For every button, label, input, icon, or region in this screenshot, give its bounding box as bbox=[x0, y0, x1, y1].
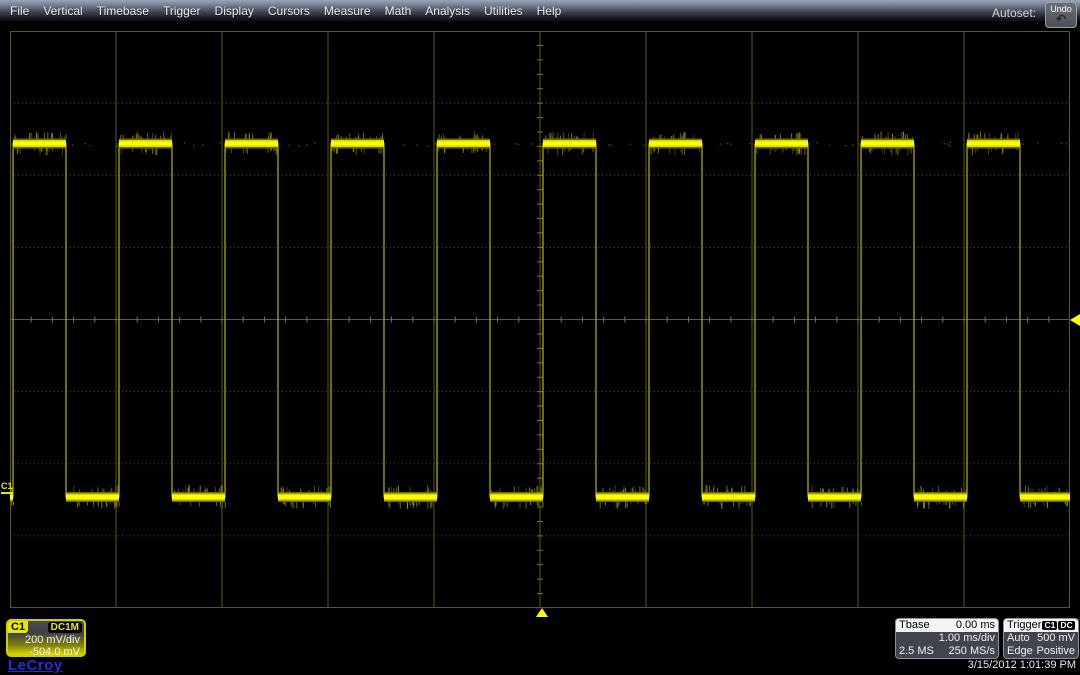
trigger-level-marker-icon[interactable] bbox=[1070, 314, 1080, 326]
waveform-display[interactable] bbox=[10, 31, 1070, 608]
channel-name-badge: C1 bbox=[8, 621, 29, 633]
trigger-coupling-badge: DC bbox=[1058, 620, 1075, 630]
trigger-source-badge: C1 bbox=[1042, 620, 1058, 630]
trigger-source-badges: C1 DC bbox=[1041, 620, 1076, 631]
menu-item-timebase[interactable]: Timebase bbox=[97, 4, 149, 18]
undo-arrow-icon: ↶ bbox=[1055, 12, 1067, 26]
trigger-descriptor[interactable]: Trigger C1 DC Auto 500 mV Edge Positive bbox=[1003, 618, 1079, 659]
menu-item-analysis[interactable]: Analysis bbox=[425, 4, 470, 18]
channel-descriptor-c1[interactable]: C1 DC1M 200 mV/div -504.0 mV bbox=[6, 619, 86, 657]
menu-item-vertical[interactable]: Vertical bbox=[43, 4, 82, 18]
sample-rate: 250 MS/s bbox=[948, 645, 995, 657]
menu-item-help[interactable]: Help bbox=[537, 4, 562, 18]
timebase-label: Tbase bbox=[899, 619, 930, 631]
trigger-time-marker-icon[interactable] bbox=[536, 608, 548, 617]
trigger-slope: Positive bbox=[1036, 645, 1075, 657]
trigger-label: Trigger bbox=[1007, 619, 1042, 631]
channel-offset: -504.0 mV bbox=[29, 646, 80, 657]
trigger-level: 500 mV bbox=[1037, 632, 1075, 644]
autoset-label: Autoset: bbox=[991, 6, 1036, 20]
sample-count: 2.5 MS bbox=[899, 645, 934, 657]
menu-item-display[interactable]: Display bbox=[215, 4, 254, 18]
lecroy-logo: LeCroy bbox=[8, 657, 63, 674]
menu-item-math[interactable]: Math bbox=[385, 4, 412, 18]
timebase-position: 0.00 ms bbox=[955, 619, 995, 631]
menu-item-measure[interactable]: Measure bbox=[324, 4, 371, 18]
oscilloscope-screen: File Vertical Timebase Trigger Display C… bbox=[0, 0, 1080, 675]
timebase-scale: 1.00 ms/div bbox=[938, 632, 995, 644]
menu-item-utilities[interactable]: Utilities bbox=[484, 4, 523, 18]
timestamp: 3/15/2012 1:01:39 PM bbox=[967, 659, 1076, 671]
trigger-type: Edge bbox=[1007, 645, 1033, 657]
menu-item-cursors[interactable]: Cursors bbox=[268, 4, 310, 18]
scope-graticule-and-trace bbox=[10, 31, 1070, 608]
channel-scale: 200 mV/div bbox=[24, 634, 80, 646]
menu-item-file[interactable]: File bbox=[10, 4, 29, 18]
undo-autoset-button[interactable]: Undo ↶ bbox=[1045, 2, 1077, 28]
channel-offset-marker[interactable]: C1 bbox=[1, 482, 13, 494]
menu-item-trigger[interactable]: Trigger bbox=[163, 4, 201, 18]
timebase-descriptor[interactable]: Tbase 0.00 ms 1.00 ms/div 2.5 MS 250 MS/… bbox=[895, 618, 999, 659]
trigger-mode: Auto bbox=[1007, 632, 1030, 644]
channel-coupling-badge: DC1M bbox=[47, 622, 82, 633]
menu-bar: File Vertical Timebase Trigger Display C… bbox=[0, 0, 1080, 22]
